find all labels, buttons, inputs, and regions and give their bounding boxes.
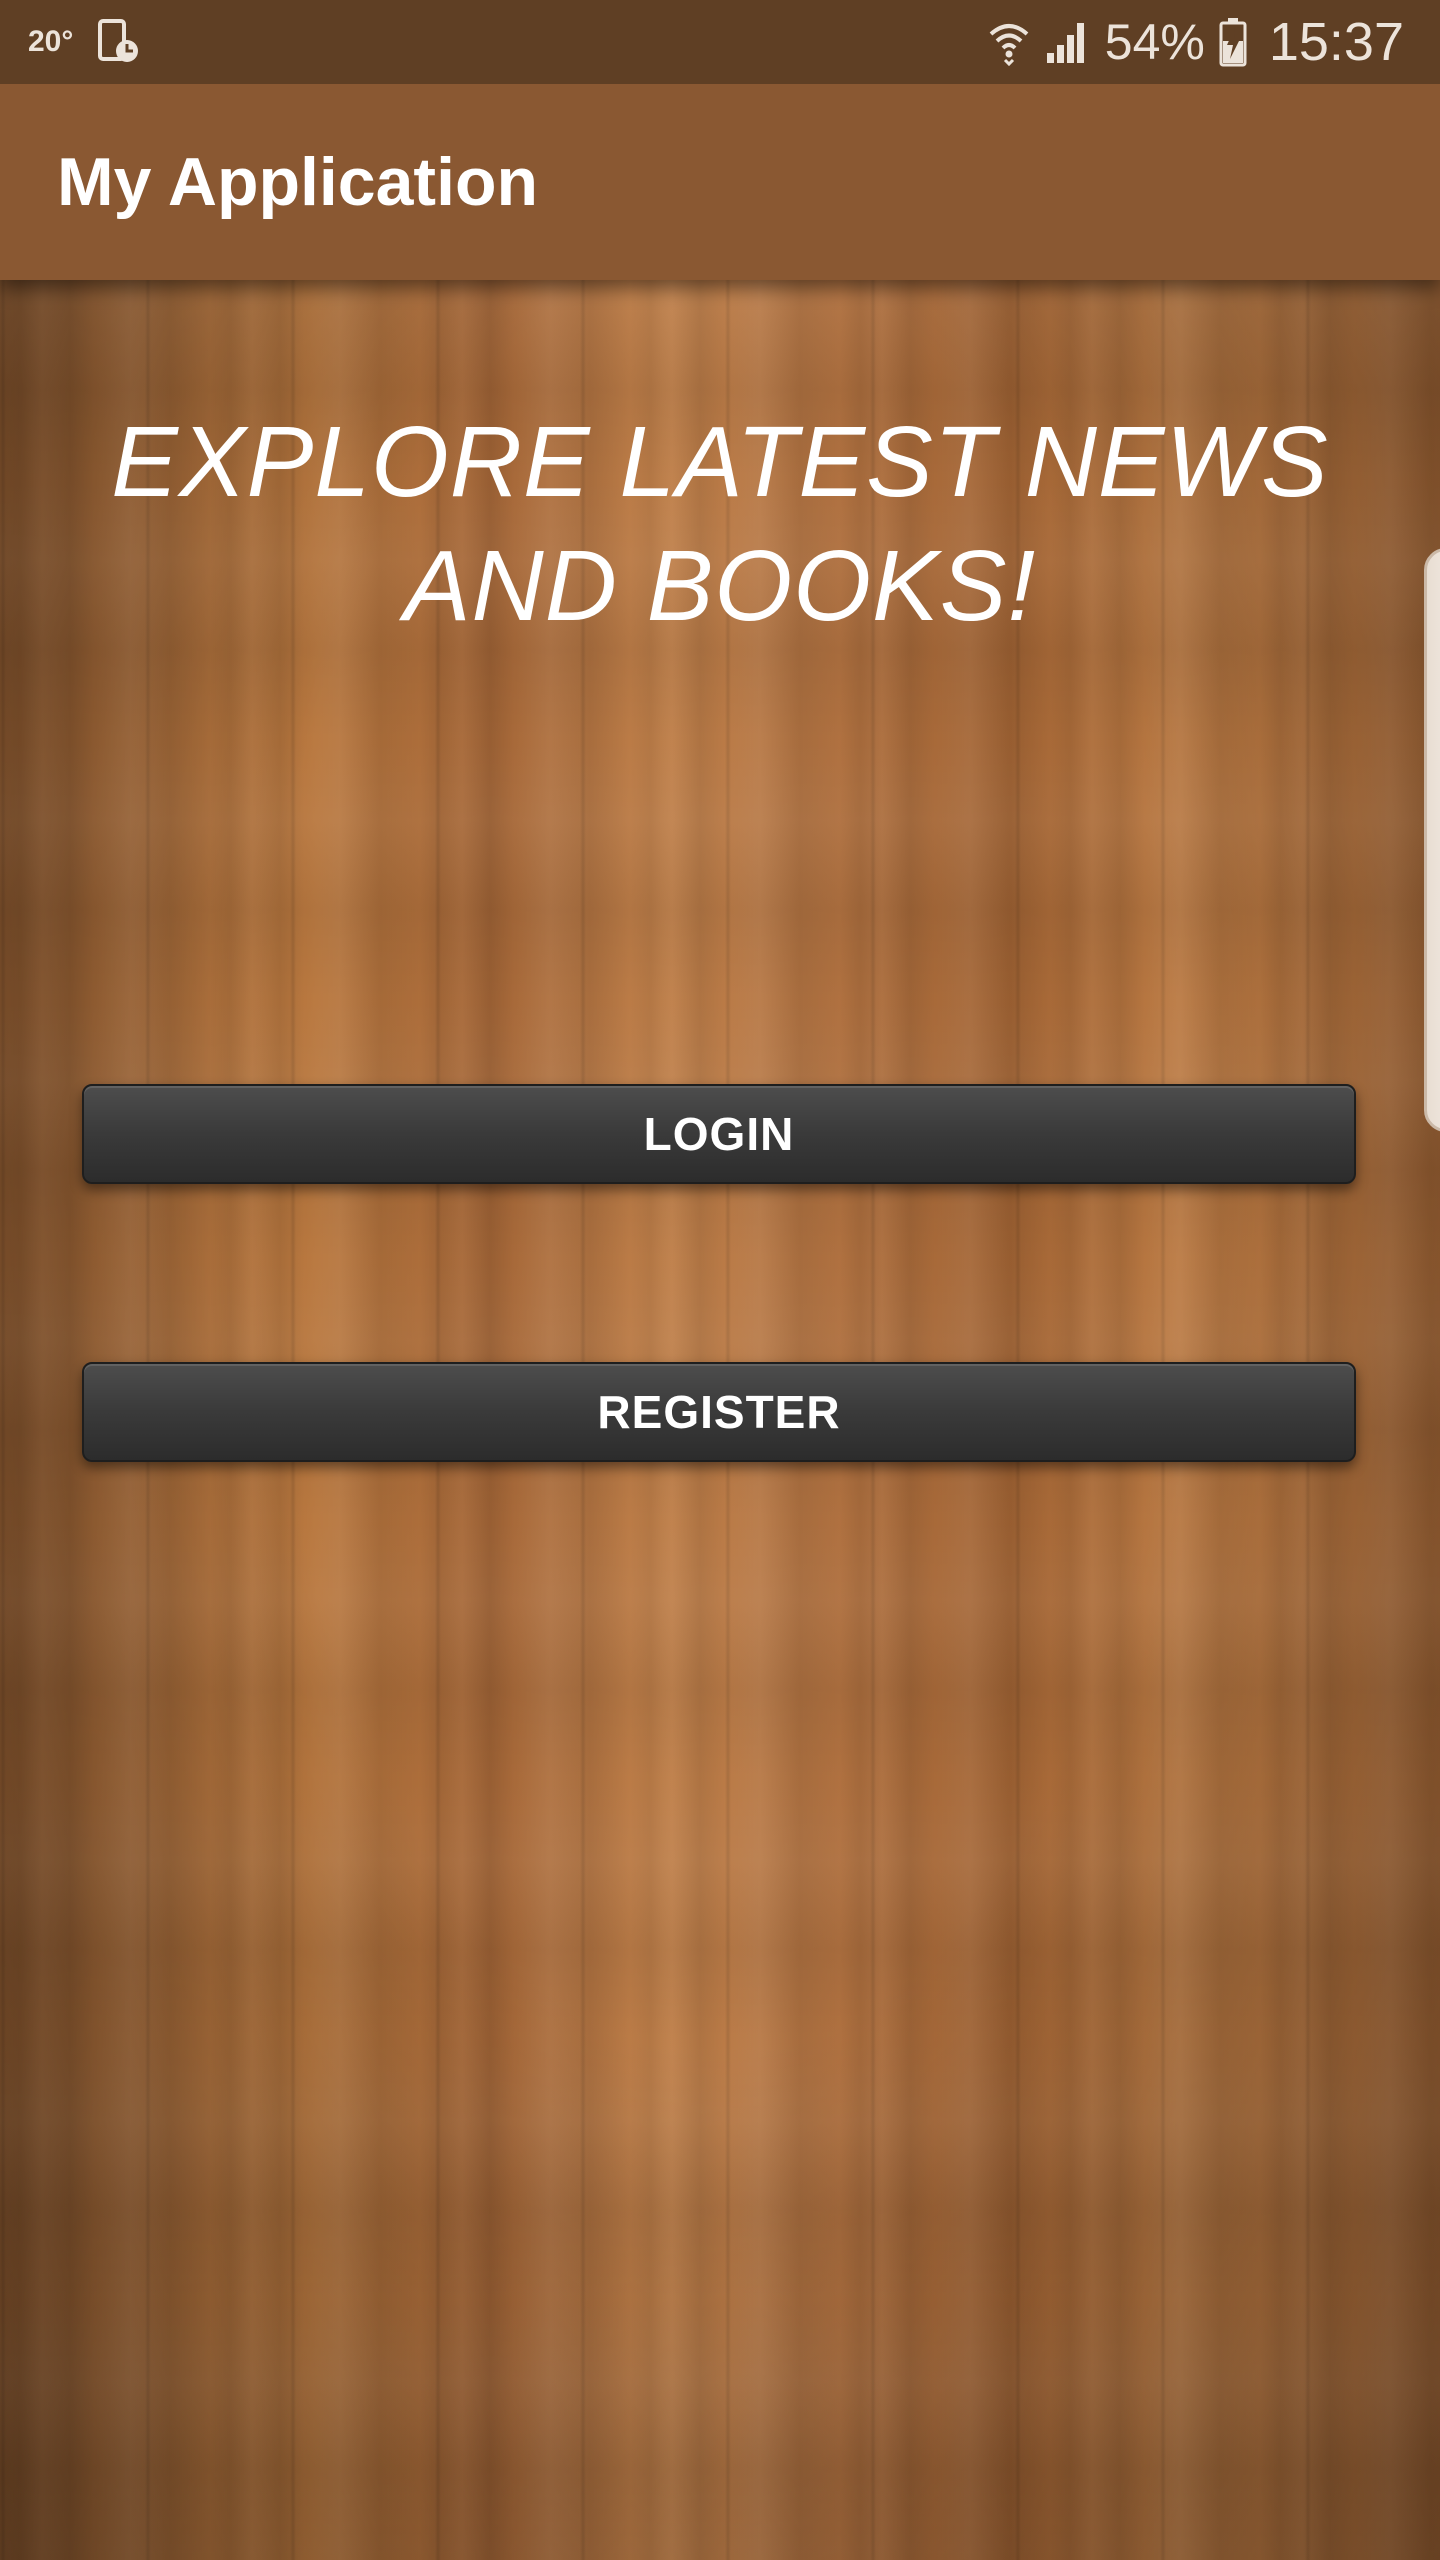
battery-percent-text: 54% (1104, 14, 1205, 70)
clock-text: 15:37 (1268, 12, 1404, 72)
signal-icon (1045, 19, 1091, 65)
battery-charging-icon (1219, 17, 1247, 67)
status-left: 20° (28, 0, 141, 84)
edge-panel-handle[interactable] (1424, 548, 1440, 1132)
temperature-text: 20° (28, 25, 74, 58)
login-button[interactable]: LOGIN (82, 1084, 1356, 1184)
headline: EXPLORE LATEST NEWS AND BOOKS! (111, 406, 1329, 642)
register-button[interactable]: REGISTER (82, 1362, 1356, 1462)
wifi-icon (987, 18, 1031, 66)
wood-background (0, 0, 1440, 2560)
phone-clock-icon (97, 18, 141, 66)
app-bar: My Application (0, 84, 1440, 280)
status-bar: 20° 54% 15:37 (0, 0, 1440, 84)
screen: 20° 54% 15:37 My Application EXPLORE LAT… (0, 0, 1440, 2560)
app-title: My Application (57, 144, 539, 220)
status-right: 54% 15:37 (987, 0, 1404, 84)
